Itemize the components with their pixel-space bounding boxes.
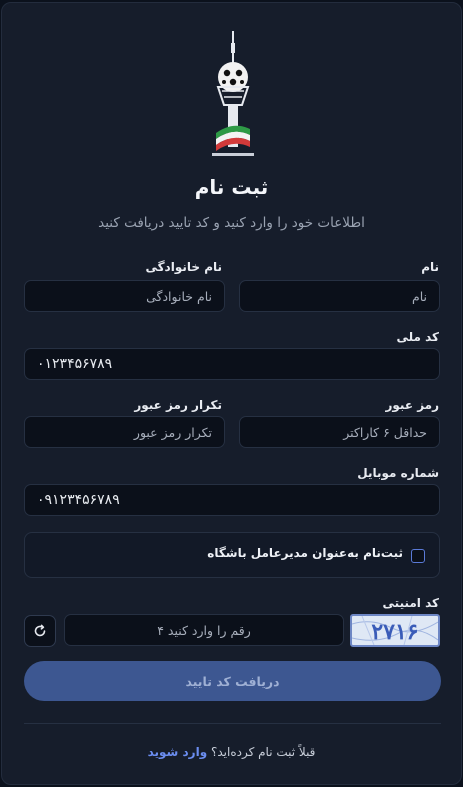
first-name-label: نام — [421, 260, 439, 274]
login-prompt-text: قبلاً ثبت نام کرده‌اید؟ — [210, 745, 316, 759]
refresh-icon — [34, 624, 46, 637]
get-verification-code-button[interactable]: دریافت کد تایید — [24, 661, 441, 701]
national-code-input[interactable]: ۰۱۲۳۴۵۶۷۸۹ — [24, 348, 440, 380]
national-code-label: کد ملی — [396, 330, 439, 344]
login-link[interactable]: وارد شوید — [148, 745, 208, 759]
club-logo — [212, 31, 254, 156]
password-confirm-placeholder: تکرار رمز عبور — [133, 424, 212, 440]
mobile-value: ۰۹۱۲۳۴۵۶۷۸۹ — [37, 492, 120, 508]
manager-checkbox-row[interactable]: ثبت‌نام به‌عنوان مدیرعامل باشگاه — [24, 532, 440, 578]
national-code-value: ۰۱۲۳۴۵۶۷۸۹ — [37, 356, 113, 372]
last-name-input[interactable]: نام خانوادگی — [24, 280, 225, 312]
password-placeholder: حداقل ۶ کاراکتر — [343, 424, 427, 440]
last-name-placeholder: نام خانوادگی — [146, 288, 212, 304]
captcha-input[interactable]: رقم را وارد کنید ۴ — [64, 614, 344, 646]
login-prompt: قبلاً ثبت نام کرده‌اید؟ وارد شوید — [2, 745, 461, 759]
captcha-image: ۲۷۱۶ — [350, 614, 440, 647]
divider — [24, 723, 441, 724]
page-subtitle: اطلاعات خود را وارد کنید و کد تایید دریا… — [98, 215, 365, 231]
first-name-placeholder: نام — [411, 288, 427, 304]
page-title: ثبت نام — [194, 175, 269, 199]
captcha-refresh-button[interactable] — [24, 615, 56, 647]
manager-checkbox[interactable] — [411, 549, 425, 563]
password-input[interactable]: حداقل ۶ کاراکتر — [239, 416, 440, 448]
captcha-placeholder: رقم را وارد کنید ۴ — [157, 622, 251, 638]
mobile-input[interactable]: ۰۹۱۲۳۴۵۶۷۸۹ — [24, 484, 440, 516]
password-label: رمز عبور — [385, 398, 439, 412]
captcha-label: کد امنیتی — [382, 596, 439, 610]
mobile-label: شماره موبایل — [357, 466, 439, 480]
manager-checkbox-label[interactable]: ثبت‌نام به‌عنوان مدیرعامل باشگاه — [207, 546, 403, 560]
captcha-text: ۲۷۱۶ — [371, 619, 419, 645]
last-name-label: نام خانوادگی — [145, 260, 222, 274]
register-card: ثبت نام اطلاعات خود را وارد کنید و کد تا… — [1, 2, 462, 785]
first-name-input[interactable]: نام — [239, 280, 440, 312]
password-confirm-input[interactable]: تکرار رمز عبور — [24, 416, 225, 448]
password-confirm-label: تکرار رمز عبور — [134, 398, 222, 412]
